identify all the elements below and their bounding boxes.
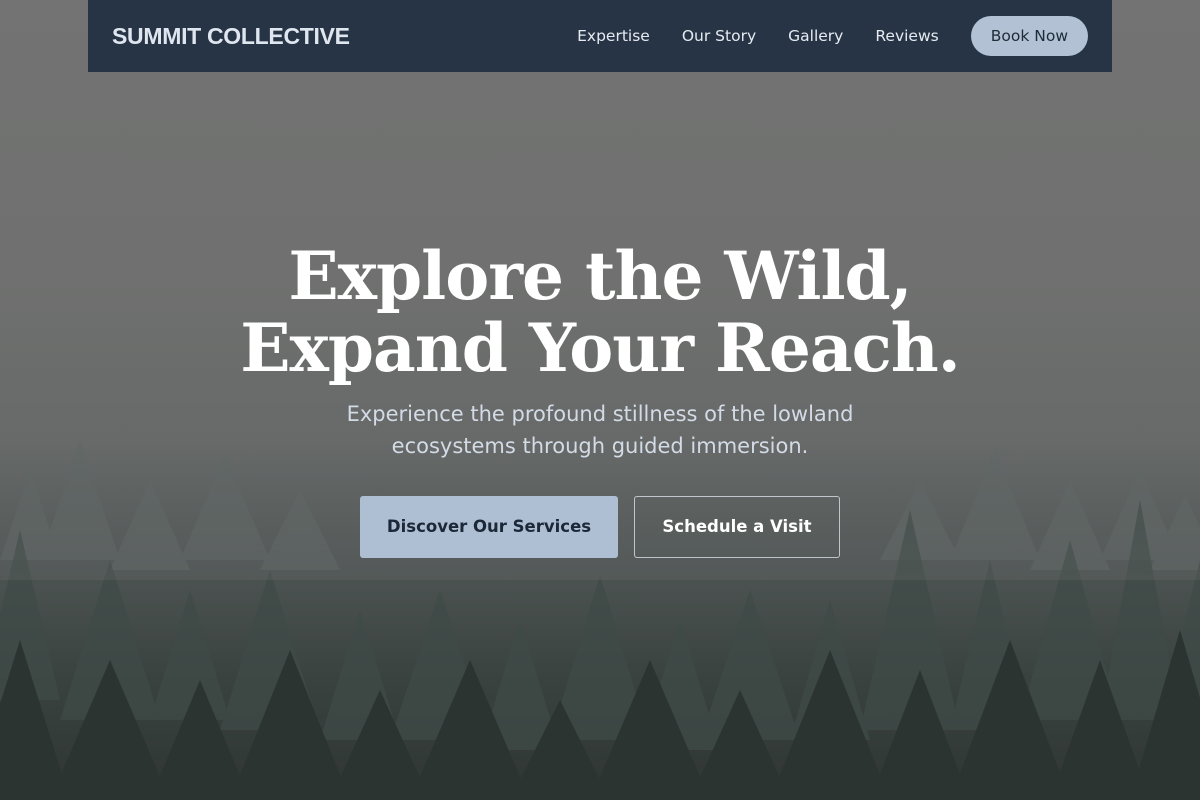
- hero-headline: Explore the Wild, Expand Your Reach.: [0, 240, 1200, 384]
- nav-link-our-story[interactable]: Our Story: [682, 27, 756, 45]
- hero-content: Explore the Wild, Expand Your Reach. Exp…: [0, 240, 1200, 558]
- brand-logo[interactable]: SUMMIT COLLECTIVE: [112, 23, 350, 50]
- hero-subheading-line-2: ecosystems through guided immersion.: [391, 434, 809, 458]
- nav-link-reviews[interactable]: Reviews: [875, 27, 938, 45]
- nav-links: Expertise Our Story Gallery Reviews Book…: [545, 16, 1088, 56]
- nav-link-expertise[interactable]: Expertise: [577, 27, 650, 45]
- top-navbar: SUMMIT COLLECTIVE Expertise Our Story Ga…: [88, 0, 1112, 72]
- hero-cta-row: Discover Our Services Schedule a Visit: [0, 496, 1200, 558]
- hero-headline-line-1: Explore the Wild,: [288, 237, 912, 315]
- book-now-button[interactable]: Book Now: [970, 16, 1088, 56]
- discover-services-button[interactable]: Discover Our Services: [360, 496, 618, 558]
- hero-subheading: Experience the profound stillness of the…: [0, 398, 1200, 462]
- hero-subheading-line-1: Experience the profound stillness of the…: [346, 402, 854, 426]
- schedule-visit-button[interactable]: Schedule a Visit: [634, 496, 840, 558]
- hero-headline-line-2: Expand Your Reach.: [240, 309, 961, 387]
- nav-link-gallery[interactable]: Gallery: [788, 27, 843, 45]
